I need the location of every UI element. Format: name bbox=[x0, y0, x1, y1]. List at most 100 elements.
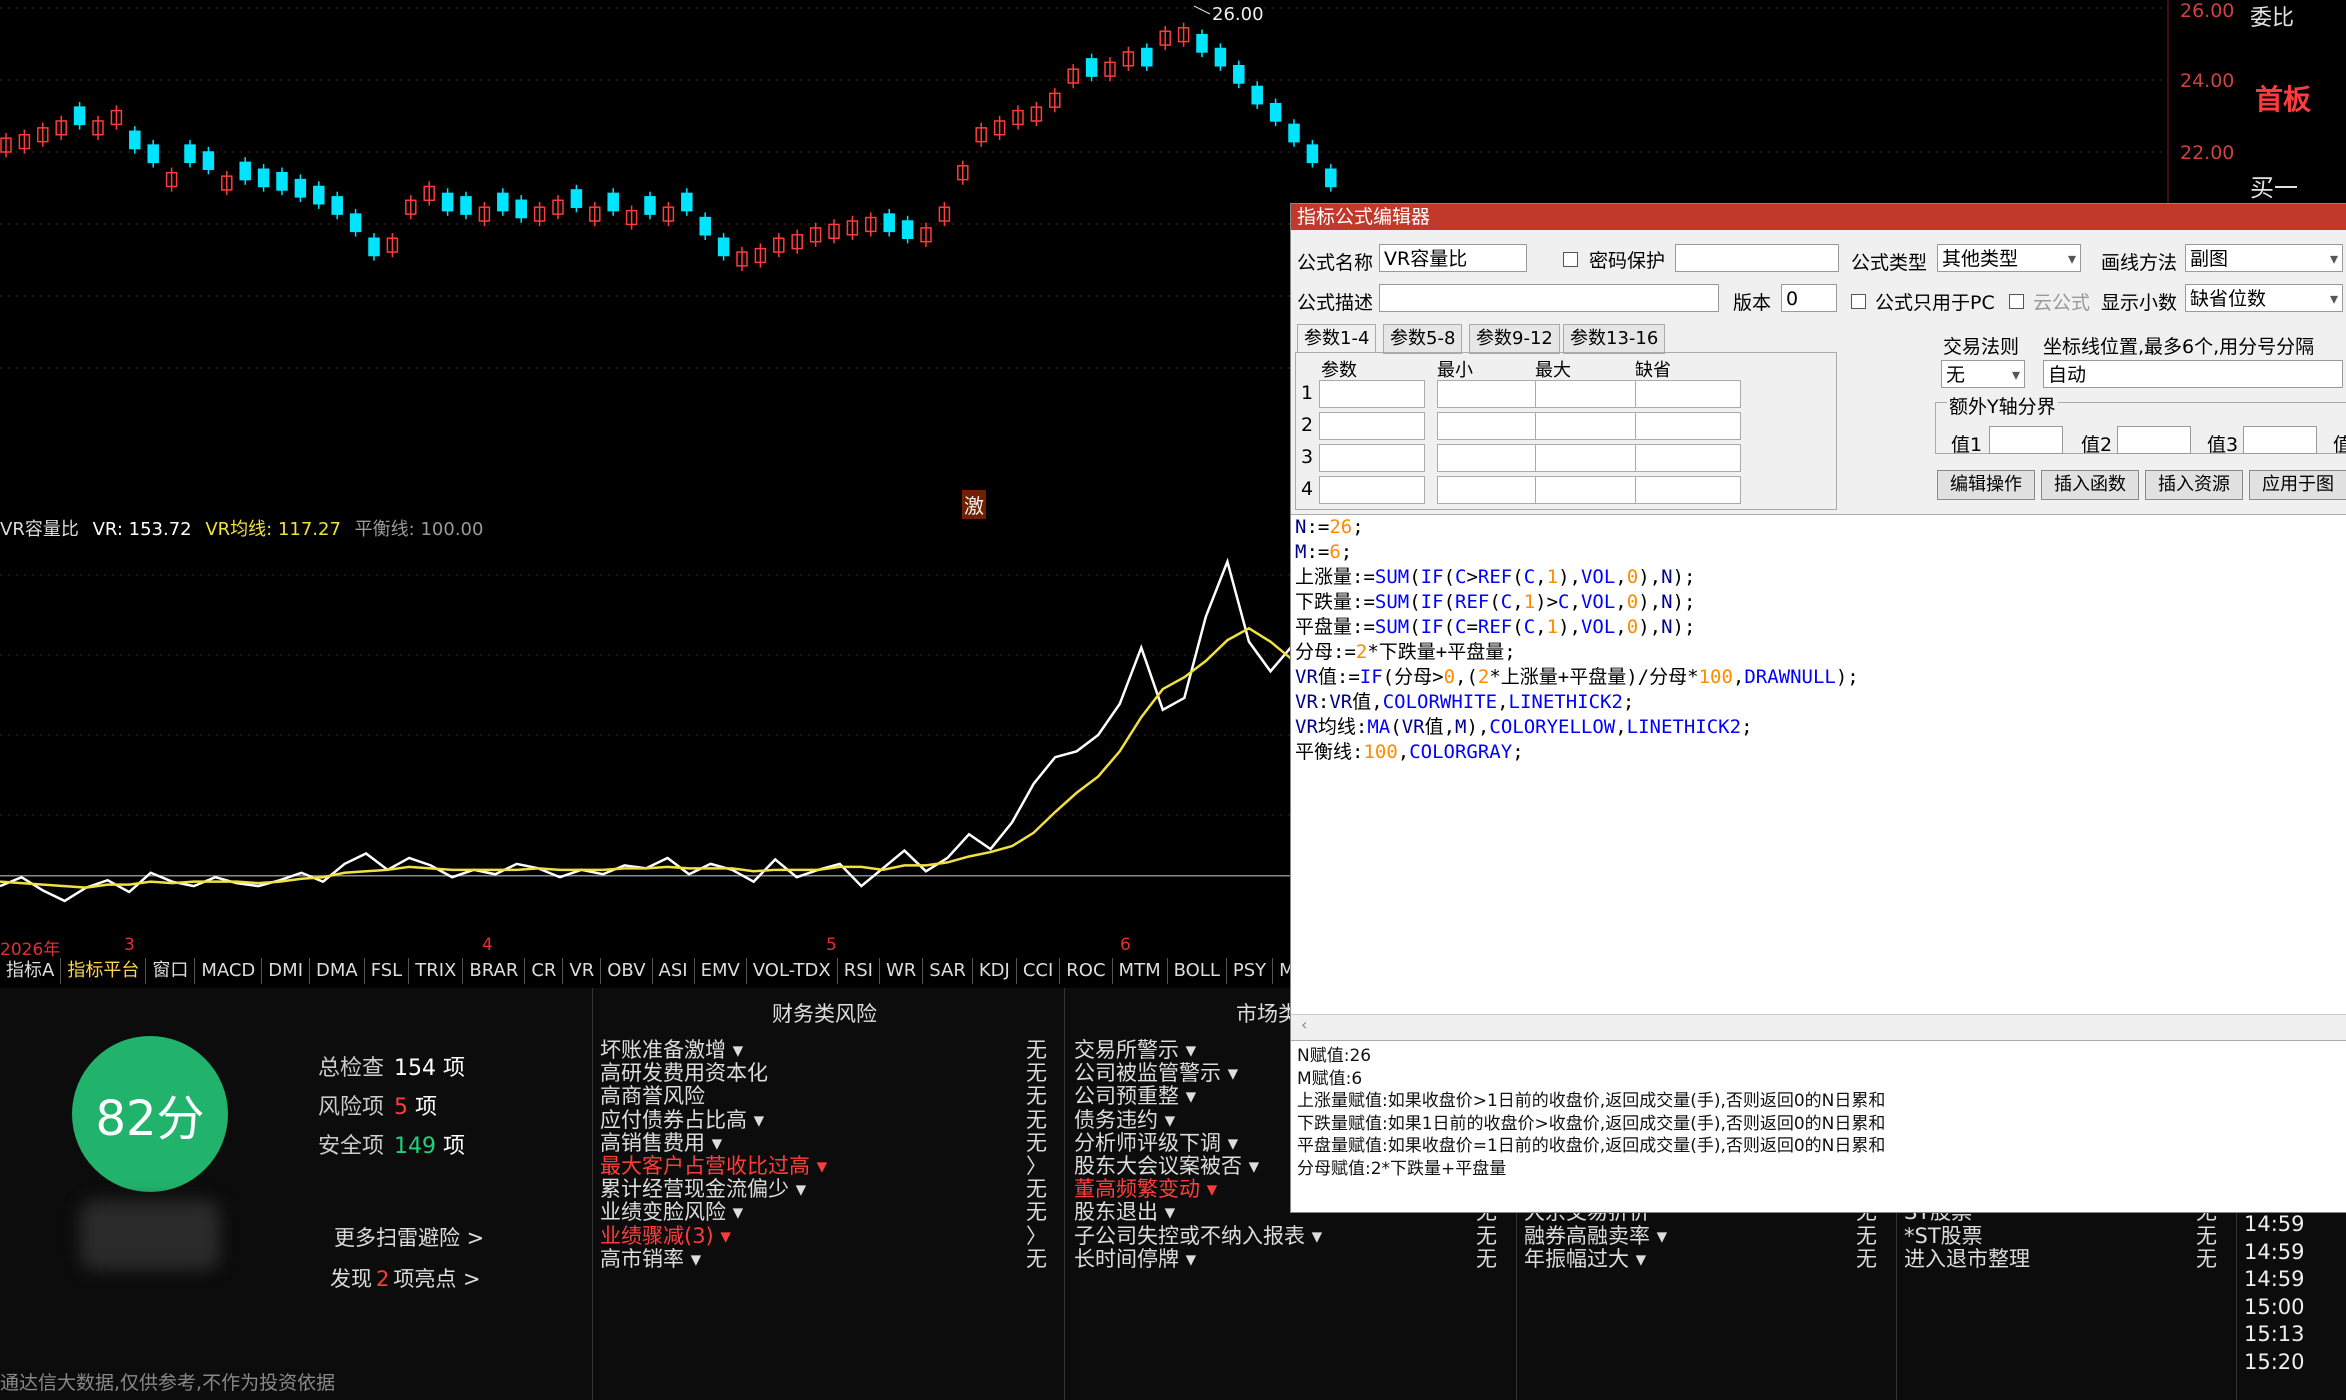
indicator-tab[interactable]: MTM bbox=[1113, 958, 1168, 984]
formula-desc-input[interactable] bbox=[1379, 284, 1719, 312]
pc-only-label: 公式只用于PC bbox=[1875, 292, 1995, 314]
param-cell-input[interactable] bbox=[1535, 380, 1641, 408]
highlight-link[interactable]: 发现 2 项亮点 > bbox=[330, 1263, 481, 1293]
indicator-tab[interactable]: ASI bbox=[653, 958, 695, 984]
code-line: 上涨量:=SUM(IF(C>REF(C,1),VOL,0),N); bbox=[1295, 566, 1696, 588]
param-tab[interactable]: 参数5-8 bbox=[1383, 324, 1463, 354]
market-risk-item[interactable]: 长时间停牌 ▾ bbox=[1074, 1243, 1196, 1273]
apply-to-chart-button[interactable]: 应用于图 bbox=[2249, 470, 2346, 500]
vr-indicator-chart[interactable] bbox=[0, 535, 1292, 935]
indicator-tab[interactable]: OBV bbox=[601, 958, 653, 984]
candle-body bbox=[184, 144, 196, 164]
param-cell-input[interactable] bbox=[1635, 412, 1741, 440]
formula-name-input[interactable]: VR容量比 bbox=[1379, 244, 1527, 272]
indicator-tab[interactable]: SAR bbox=[923, 958, 973, 984]
draw-method-select[interactable]: 副图 bbox=[2185, 244, 2343, 272]
param-cell-input[interactable] bbox=[1319, 380, 1425, 408]
value1-input[interactable] bbox=[1989, 426, 2063, 454]
indicator-tab[interactable]: EMV bbox=[695, 958, 747, 984]
indicator-tab[interactable]: DMI bbox=[262, 958, 310, 984]
insert-resource-button[interactable]: 插入资源 bbox=[2145, 470, 2243, 500]
value1-label: 值1 bbox=[1951, 434, 1983, 456]
formula-code-editor[interactable]: N:=26; M:=6; 上涨量:=SUM(IF(C>REF(C,1),VOL,0)… bbox=[1291, 514, 2346, 1014]
param-cell-input[interactable] bbox=[1635, 444, 1741, 472]
indicator-tab[interactable]: KDJ bbox=[973, 958, 1017, 984]
trade-risk-value: 无 bbox=[1856, 1246, 1877, 1271]
total-check-value: 154 项 bbox=[394, 1056, 466, 1081]
indicator-tab[interactable]: RSI bbox=[838, 958, 880, 984]
indicator-tab[interactable]: 指标平台 bbox=[61, 958, 147, 984]
param-cell-input[interactable] bbox=[1535, 476, 1641, 504]
trade-rule-select[interactable]: 无 bbox=[1941, 360, 2025, 388]
formula-name-label: 公式名称 bbox=[1297, 252, 1374, 274]
candle-body bbox=[1141, 47, 1153, 67]
total-check-stat: 总检查 154 项 bbox=[318, 1050, 465, 1082]
param-cell-input[interactable] bbox=[1635, 476, 1741, 504]
value3-input[interactable] bbox=[2243, 426, 2317, 454]
indicator-tab[interactable]: TRIX bbox=[409, 958, 464, 984]
formula-editor-window[interactable]: 指标公式编辑器 公式名称 VR容量比 密码保护 公式类型 其他类型 画线方法 副… bbox=[1290, 203, 2346, 1213]
indicator-tab[interactable]: ROC bbox=[1060, 958, 1113, 984]
param-cell-input[interactable] bbox=[1319, 412, 1425, 440]
x-axis-label: 3 bbox=[124, 935, 135, 955]
description-line: 平盘量赋值:如果收盘价=1日前的收盘价,返回成交量(手),否则返回0的N日累和 bbox=[1297, 1136, 1886, 1156]
more-scan-link[interactable]: 更多扫雷避险 > bbox=[334, 1222, 484, 1252]
candle-body bbox=[294, 178, 307, 198]
insert-function-button[interactable]: 插入函数 bbox=[2041, 470, 2139, 500]
candle-body bbox=[570, 189, 583, 208]
indicator-tab[interactable]: BOLL bbox=[1168, 958, 1227, 984]
param-cell-input[interactable] bbox=[1635, 380, 1741, 408]
indicator-tab[interactable]: CCI bbox=[1017, 958, 1061, 984]
indicator-tab[interactable]: VR bbox=[563, 958, 602, 984]
indicator-tab[interactable]: MACD bbox=[195, 958, 263, 984]
param-tab[interactable]: 参数13-16 bbox=[1563, 324, 1666, 354]
candle-body bbox=[1196, 33, 1208, 53]
password-checkbox[interactable] bbox=[1563, 252, 1578, 267]
cloud-label: 云公式 bbox=[2033, 292, 2091, 314]
code-line: 平盘量:=SUM(IF(C=REF(C,1),VOL,0),N); bbox=[1295, 616, 1696, 638]
formula-type-select[interactable]: 其他类型 bbox=[1937, 244, 2081, 272]
param-cell-input[interactable] bbox=[1319, 476, 1425, 504]
indicator-tab[interactable]: WR bbox=[880, 958, 924, 984]
pc-only-checkbox[interactable] bbox=[1851, 294, 1866, 309]
indicator-tab[interactable]: FSL bbox=[365, 958, 410, 984]
indicator-tab[interactable]: DMA bbox=[310, 958, 365, 984]
column-divider bbox=[592, 988, 593, 1400]
param-cell-input[interactable] bbox=[1319, 444, 1425, 472]
param-tab[interactable]: 参数9-12 bbox=[1469, 324, 1560, 354]
password-label: 密码保护 bbox=[1589, 250, 1666, 272]
version-input[interactable]: 0 bbox=[1781, 284, 1837, 312]
finance-risk-item[interactable]: 高市销率 ▾ bbox=[600, 1243, 701, 1273]
indicator-tab[interactable]: BRAR bbox=[463, 958, 526, 984]
cloud-checkbox[interactable] bbox=[2009, 294, 2024, 309]
indicator-tab[interactable]: PSY bbox=[1227, 958, 1274, 984]
trade-risk-item[interactable]: 年振幅过大 ▾ bbox=[1524, 1243, 1646, 1273]
price-axis-label: 22.00 bbox=[2180, 142, 2235, 164]
param-cell-input[interactable] bbox=[1535, 444, 1641, 472]
tick-time: 14:59 bbox=[2244, 1239, 2305, 1264]
market-risk-value: 无 bbox=[1476, 1246, 1497, 1271]
param-row-label: 1 bbox=[1301, 382, 1314, 404]
param-cell-input[interactable] bbox=[1437, 412, 1543, 440]
indicator-tab[interactable]: VOL-TDX bbox=[747, 958, 838, 984]
coord-line-input[interactable]: 自动 bbox=[2043, 360, 2343, 388]
candle-body bbox=[202, 151, 215, 170]
horizontal-scrollbar[interactable]: ‹ bbox=[1291, 1014, 2346, 1039]
password-input[interactable] bbox=[1675, 244, 1839, 272]
delist-risk-item[interactable]: 进入退市整理 bbox=[1904, 1243, 2030, 1273]
risk-item-unit: 项 bbox=[415, 1095, 438, 1120]
param-cell-input[interactable] bbox=[1535, 412, 1641, 440]
param-tab[interactable]: 参数1-4 bbox=[1297, 324, 1377, 353]
edit-ops-button[interactable]: 编辑操作 bbox=[1937, 470, 2035, 500]
value3-label: 值3 bbox=[2207, 434, 2239, 456]
param-cell-input[interactable] bbox=[1437, 380, 1543, 408]
decimals-select[interactable]: 缺省位数 bbox=[2185, 284, 2343, 312]
description-line: 下跌量赋值:如果1日前的收盘价>收盘价,返回成交量(手),否则返回0的N日累和 bbox=[1297, 1113, 1886, 1134]
indicator-tab[interactable]: 窗口 bbox=[146, 958, 196, 984]
trade-rule-label: 交易法则 bbox=[1943, 336, 2020, 358]
param-cell-input[interactable] bbox=[1437, 444, 1543, 472]
indicator-tab[interactable]: CR bbox=[525, 958, 564, 984]
indicator-tab[interactable]: 指标A bbox=[0, 958, 62, 984]
param-cell-input[interactable] bbox=[1437, 476, 1543, 504]
value2-input[interactable] bbox=[2117, 426, 2191, 454]
